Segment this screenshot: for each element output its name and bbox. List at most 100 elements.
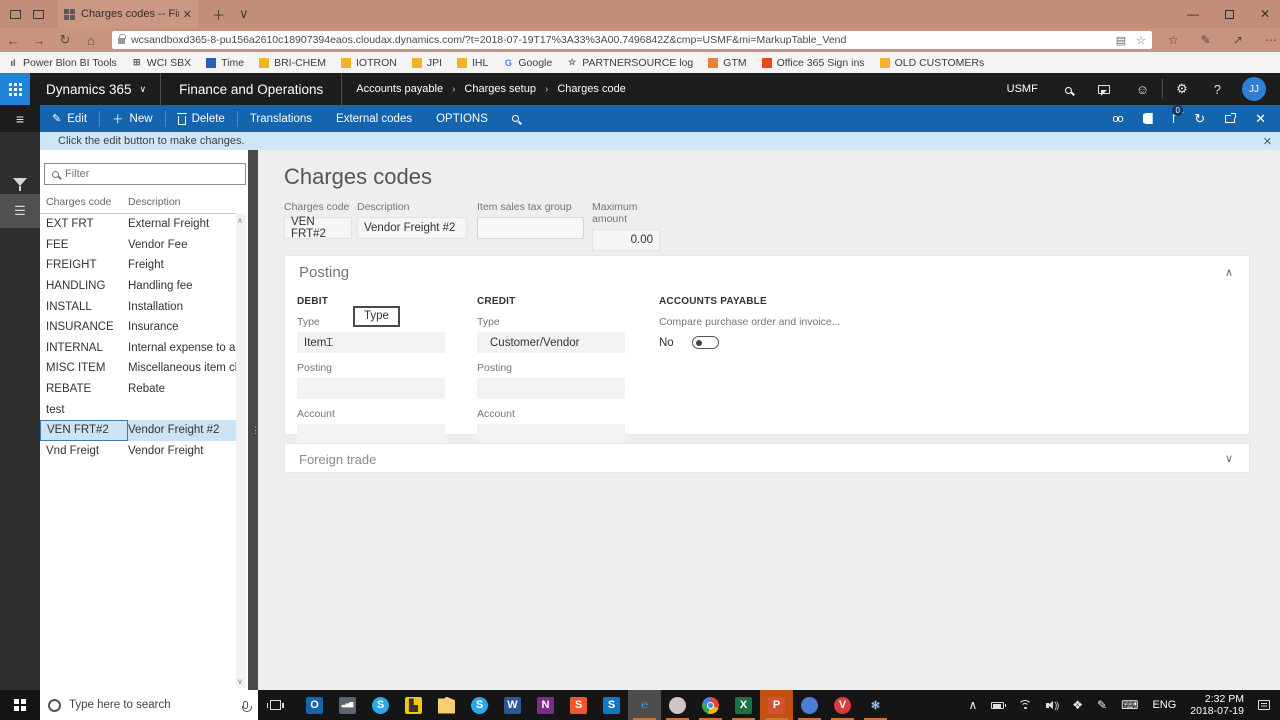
company-selector[interactable]: USMF	[993, 83, 1052, 95]
description-input[interactable]: Vendor Freight #2	[357, 217, 467, 239]
volume-icon[interactable]: ))	[1046, 700, 1059, 710]
credit-posting-input[interactable]	[477, 378, 625, 399]
taskbar-app[interactable]	[694, 690, 727, 720]
favorite-star-icon[interactable]: ☆	[1136, 34, 1146, 47]
taskbar-app[interactable]: X	[727, 690, 760, 720]
tab-dropdown-icon[interactable]: ∨	[239, 6, 249, 22]
microphone-icon[interactable]	[241, 701, 252, 712]
annotate-pen-icon[interactable]: ✎	[1201, 33, 1211, 47]
dropbox-icon[interactable]: ❖	[1072, 698, 1083, 712]
taskbar-app[interactable]	[793, 690, 826, 720]
restore-window-button[interactable]	[1224, 9, 1234, 19]
breadcrumb-charges-setup[interactable]: Charges setup	[464, 83, 536, 95]
maximum-amount-input[interactable]: 0.00	[592, 229, 660, 251]
taskbar-app[interactable]: ▃▅▇	[331, 690, 364, 720]
restore-tabs-icon[interactable]	[33, 9, 44, 19]
taskbar-app[interactable]: S	[562, 690, 595, 720]
taskbar-app[interactable]: P	[760, 690, 793, 720]
open-in-new-window-icon[interactable]	[1225, 112, 1237, 123]
attachments-glasses-icon[interactable]: oo	[1112, 113, 1123, 125]
close-page-icon[interactable]: ✕	[1255, 111, 1266, 127]
app-name[interactable]: Finance and Operations	[161, 82, 341, 97]
close-window-button[interactable]: ✕	[1260, 7, 1270, 21]
notification-close-icon[interactable]: ✕	[1263, 135, 1272, 148]
list-view-icon[interactable]: ☰	[0, 194, 40, 228]
table-row[interactable]: INSURANCE Insurance	[40, 317, 236, 338]
external-codes-button[interactable]: External codes	[324, 105, 424, 132]
taskbar-app[interactable]: S	[364, 690, 397, 720]
bookmark-item[interactable]: Time	[206, 57, 244, 69]
back-button[interactable]: ←	[0, 33, 26, 48]
taskbar-app[interactable]: ▙	[397, 690, 430, 720]
browser-tab[interactable]: Charges codes -- Finan ✕	[58, 0, 198, 28]
tab-close-icon[interactable]: ✕	[183, 8, 192, 21]
taskbar-app[interactable]	[430, 690, 463, 720]
share-icon[interactable]: ↗	[1233, 33, 1243, 47]
table-row[interactable]: VEN FRT#2 Vendor Freight #2	[40, 419, 236, 441]
address-bar[interactable]: wcsandboxd365-8-pu156a2610c18907394eaos.…	[112, 31, 1152, 49]
app-launcher-waffle-icon[interactable]	[0, 73, 30, 105]
scroll-up-icon[interactable]: ∧	[237, 216, 243, 225]
bookmark-item[interactable]: OLD CUSTOMERs	[879, 57, 984, 69]
credit-type-input[interactable]: Customer/Vendor	[477, 332, 625, 353]
help-icon[interactable]: ?	[1201, 82, 1234, 97]
taskbar-app[interactable]: W	[496, 690, 529, 720]
taskbar-app[interactable]: V	[826, 690, 859, 720]
clock[interactable]: 2:32 PM 2018-07-19	[1190, 693, 1244, 717]
touch-keyboard-icon[interactable]: ⌨	[1121, 698, 1138, 712]
column-description[interactable]: Description	[128, 196, 236, 213]
breadcrumb-charges-code[interactable]: Charges code	[557, 83, 626, 95]
start-button[interactable]	[0, 690, 40, 720]
compare-toggle-switch[interactable]	[691, 336, 719, 349]
dynamics-365-menu[interactable]: Dynamics 365 ∨	[30, 82, 160, 97]
set-aside-tabs-icon[interactable]	[10, 9, 21, 19]
feedback-icon[interactable]	[1097, 84, 1110, 96]
bookmark-item[interactable]: GTM	[708, 57, 747, 69]
debit-account-input[interactable]	[297, 424, 445, 445]
panel-splitter[interactable]: ⋮	[248, 150, 260, 690]
minimize-button[interactable]: —	[1187, 7, 1199, 21]
taskbar-app[interactable]: O	[298, 690, 331, 720]
debit-type-input[interactable]: Item Ɪ	[297, 332, 445, 353]
smiley-icon[interactable]: ☺	[1123, 82, 1162, 97]
taskbar-app[interactable]	[661, 690, 694, 720]
filter-input[interactable]: Filter	[44, 163, 246, 185]
task-view-button[interactable]	[258, 690, 292, 720]
list-scrollbar[interactable]: ∧ ∨	[236, 214, 246, 688]
table-row[interactable]: MISC ITEM Miscellaneous item ch...	[40, 358, 236, 379]
taskbar-app[interactable]: S	[595, 690, 628, 720]
taskbar-app[interactable]: ✻	[859, 690, 892, 720]
favorites-hub-icon[interactable]: ☆	[1168, 33, 1179, 47]
bookmark-item[interactable]: ☆ PARTNERSOURCE log	[567, 57, 693, 69]
bookmark-item[interactable]: IOTRON	[341, 57, 397, 69]
table-row[interactable]: HANDLING Handling fee	[40, 276, 236, 297]
refresh-button[interactable]: ↻	[52, 32, 78, 48]
debit-posting-input[interactable]	[297, 378, 445, 399]
action-center-icon[interactable]	[1258, 700, 1270, 710]
delete-button[interactable]: Delete	[166, 105, 237, 132]
refresh-page-icon[interactable]: ↻	[1194, 111, 1205, 127]
bookmark-item[interactable]: ⊞ WCI SBX	[132, 57, 191, 69]
more-options-icon[interactable]: ⋯	[1265, 33, 1277, 47]
scroll-down-icon[interactable]: ∨	[237, 677, 243, 686]
options-menu[interactable]: OPTIONS	[424, 105, 500, 132]
edit-button[interactable]: ✎ Edit	[40, 105, 99, 132]
actionpane-search-icon[interactable]	[500, 105, 531, 132]
office-export-icon[interactable]	[1142, 113, 1153, 124]
credit-account-input[interactable]	[477, 424, 625, 445]
translations-button[interactable]: Translations	[238, 105, 324, 132]
hidden-icons-chevron[interactable]: ∧	[968, 698, 977, 712]
language-indicator[interactable]: ENG	[1152, 699, 1176, 711]
collapse-chevron-icon[interactable]: ∧	[1225, 266, 1233, 279]
bookmark-item[interactable]: G Google	[503, 57, 552, 69]
nav-hamburger-icon[interactable]: ≡	[0, 105, 40, 132]
posting-title[interactable]: Posting	[299, 264, 349, 281]
bookmark-item[interactable]: Office 365 Sign ins	[761, 57, 865, 69]
reading-view-icon[interactable]: ▤	[1116, 34, 1126, 47]
home-button[interactable]: ⌂	[78, 33, 104, 48]
filter-funnel-icon[interactable]	[13, 178, 27, 191]
bookmark-item[interactable]: ıl Power Blon BI Tools	[8, 57, 116, 69]
forward-button[interactable]: →	[26, 33, 52, 48]
table-row[interactable]: INTERNAL Internal expense to a l...	[40, 338, 236, 359]
new-tab-button[interactable]: ＋	[212, 5, 225, 24]
